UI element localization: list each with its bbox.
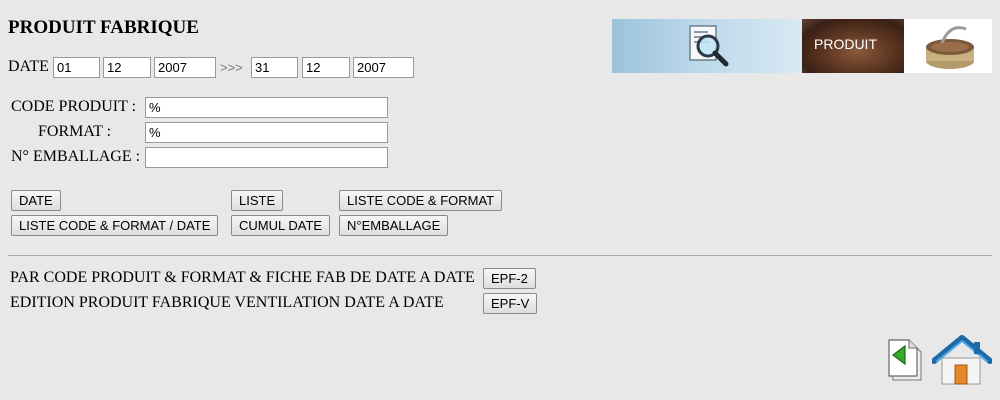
liste-button[interactable]: LISTE	[231, 190, 284, 211]
date-from-month-input[interactable]	[103, 57, 151, 78]
date-from-day-input[interactable]	[53, 57, 100, 78]
cumul-date-button[interactable]: CUMUL DATE	[231, 215, 331, 236]
code-produit-input[interactable]	[145, 97, 388, 118]
emballage-label: N° EMBALLAGE :	[11, 148, 141, 165]
search-document-icon	[689, 25, 729, 67]
date-to-month-input[interactable]	[302, 57, 350, 78]
code-produit-label: CODE PRODUIT :	[11, 98, 137, 115]
header-banner: PRODUIT	[612, 19, 992, 73]
date-range-arrow: >>>	[220, 60, 243, 75]
back-arrow-icon[interactable]	[883, 336, 931, 384]
report-label-epfv: EDITION PRODUIT FABRIQUE VENTILATION DAT…	[10, 294, 444, 311]
date-to-day-input[interactable]	[251, 57, 298, 78]
section-divider	[8, 255, 992, 256]
food-can-icon	[926, 26, 974, 69]
banner-food-photo: PRODUIT	[802, 19, 904, 73]
date-button[interactable]: DATE	[11, 190, 61, 211]
epfv-button[interactable]: EPF-V	[483, 293, 538, 314]
emballage-input[interactable]	[145, 147, 388, 168]
liste-code-format-button[interactable]: LISTE CODE & FORMAT	[339, 190, 503, 211]
page-title: PRODUIT FABRIQUE	[8, 17, 199, 38]
liste-code-format-date-button[interactable]: LISTE CODE & FORMAT / DATE	[11, 215, 219, 236]
format-input[interactable]	[145, 122, 388, 143]
banner-can-photo	[904, 19, 992, 73]
date-from-year-input[interactable]	[154, 57, 216, 78]
epf2-button[interactable]: EPF-2	[483, 268, 536, 289]
banner-search-panel	[612, 19, 802, 73]
home-icon[interactable]	[932, 334, 992, 386]
date-to-year-input[interactable]	[353, 57, 414, 78]
n-emballage-button[interactable]: N°EMBALLAGE	[339, 215, 449, 236]
date-label: DATE	[8, 58, 49, 75]
format-label: FORMAT :	[38, 123, 112, 140]
banner-label: PRODUIT	[814, 36, 877, 52]
report-label-epf2: PAR CODE PRODUIT & FORMAT & FICHE FAB DE…	[10, 269, 475, 286]
